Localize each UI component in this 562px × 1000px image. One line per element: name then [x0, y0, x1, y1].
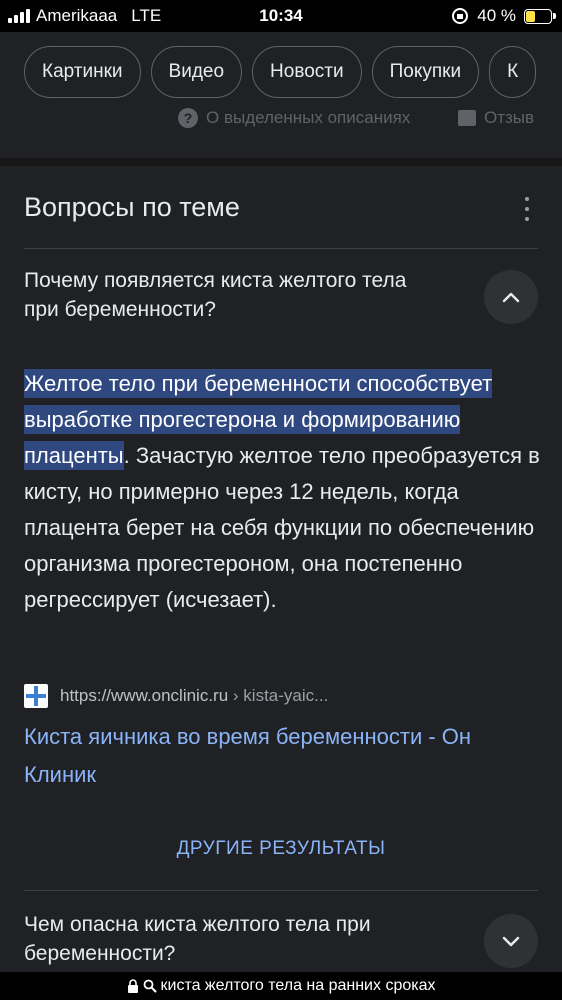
source-breadcrumb: › kista-yaic... [228, 686, 329, 705]
url-text: киста желтого тела на ранних сроках [160, 977, 436, 994]
status-right: 40 % [451, 6, 556, 26]
site-favicon-icon [24, 684, 48, 708]
section-divider [0, 158, 562, 166]
search-icon [143, 979, 156, 993]
divider [24, 890, 538, 891]
feedback-link[interactable]: Отзыв [458, 108, 534, 128]
chip-shopping[interactable]: Покупки [371, 46, 480, 98]
question-1[interactable]: Почему появляется киста желтого тела при… [24, 266, 444, 324]
answer-text: Желтое тело при беременности способствуе… [24, 366, 544, 618]
url-bar[interactable]: киста желтого тела на ранних сроках [0, 972, 562, 1000]
about-snippets-link[interactable]: ? О выделенных описаниях [178, 108, 410, 128]
lock-icon [127, 979, 138, 993]
chips-area: Картинки Видео Новости Покупки К ? О выд… [0, 32, 562, 162]
battery-percent: 40 % [477, 6, 516, 25]
chip-news[interactable]: Новости [252, 46, 362, 98]
chip-video[interactable]: Видео [150, 46, 243, 98]
battery-icon [524, 8, 556, 24]
collapse-button[interactable] [484, 270, 538, 324]
expand-button[interactable] [484, 914, 538, 968]
source-row[interactable]: https://www.onclinic.ru › kista-yaic... [24, 684, 328, 708]
divider [24, 248, 538, 249]
source-url: https://www.onclinic.ru [60, 686, 229, 705]
help-icon: ? [178, 108, 198, 128]
filter-chips: Картинки Видео Новости Покупки К [24, 46, 537, 98]
result-link[interactable]: Киста яичника во время беременности - Он… [24, 718, 539, 794]
chevron-down-icon [502, 936, 520, 947]
feedback-label: Отзыв [484, 108, 535, 127]
chip-more[interactable]: К [489, 46, 537, 98]
snippet-footer-row: ? О выделенных описаниях Отзыв [0, 108, 562, 130]
more-results-button[interactable]: ДРУГИЕ РЕЗУЛЬТАТЫ [0, 838, 562, 860]
chip-images[interactable]: Картинки [24, 46, 141, 98]
orientation-lock-icon [452, 8, 469, 24]
section-title: Вопросы по теме [24, 192, 240, 222]
about-snippets-label: О выделенных описаниях [206, 108, 411, 127]
question-2[interactable]: Чем опасна киста желтого тела при береме… [24, 910, 444, 968]
chevron-up-icon [502, 292, 520, 303]
feedback-icon [458, 110, 476, 126]
status-bar: Amerikaaa LTE 10:34 40 % [0, 0, 562, 32]
more-options-icon[interactable] [522, 197, 532, 221]
